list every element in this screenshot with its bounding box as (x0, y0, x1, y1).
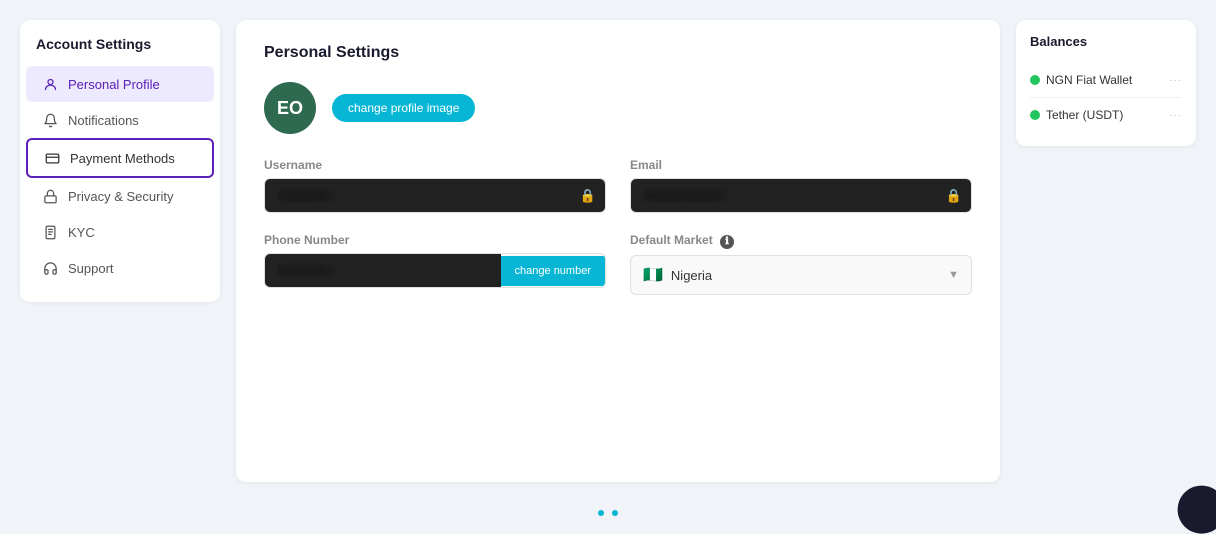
market-value: 🇳🇬 Nigeria (643, 265, 712, 285)
more-options-icon[interactable]: ··· (1169, 110, 1182, 121)
bell-icon (42, 112, 58, 128)
document-icon (42, 224, 58, 240)
pagination-dot (612, 510, 618, 516)
form-grid: Username 🔒 Email 🔒 Phone Num (264, 158, 972, 295)
sidebar-item-label: Notifications (68, 113, 139, 128)
wallet-dot (1030, 75, 1040, 85)
sidebar-item-privacy-security[interactable]: Privacy & Security (26, 178, 214, 214)
balance-item-usdt: Tether (USDT) ··· (1030, 98, 1182, 132)
sidebar-item-label: Personal Profile (68, 77, 160, 92)
lock-icon: 🔒 (580, 188, 596, 204)
bottom-dots (0, 502, 1216, 524)
sidebar-item-label: KYC (68, 225, 95, 240)
sidebar-item-payment-methods[interactable]: Payment Methods (26, 138, 214, 178)
wallet-name: NGN Fiat Wallet (1046, 73, 1132, 87)
balances-title: Balances (1030, 34, 1182, 49)
email-input-wrapper: 🔒 (630, 178, 972, 213)
phone-group: Phone Number change number (264, 233, 606, 295)
section-title: Personal Settings (264, 44, 972, 62)
market-group: Default Market ℹ 🇳🇬 Nigeria ▼ (630, 233, 972, 295)
sidebar-item-kyc[interactable]: KYC (26, 214, 214, 250)
phone-input[interactable] (265, 254, 501, 287)
more-options-icon[interactable]: ··· (1169, 75, 1182, 86)
email-group: Email 🔒 (630, 158, 972, 213)
username-group: Username 🔒 (264, 158, 606, 213)
sidebar-item-notifications[interactable]: Notifications (26, 102, 214, 138)
person-icon (42, 76, 58, 92)
avatar: EO (264, 82, 316, 134)
sidebar-item-label: Payment Methods (70, 151, 175, 166)
balance-item-ngn: NGN Fiat Wallet ··· (1030, 63, 1182, 98)
change-number-button[interactable]: change number (501, 256, 605, 286)
email-label: Email (630, 158, 972, 172)
balance-left: NGN Fiat Wallet (1030, 73, 1132, 87)
sidebar-item-support[interactable]: Support (26, 250, 214, 286)
lock-icon (42, 188, 58, 204)
chevron-down-icon: ▼ (948, 269, 959, 281)
balance-left: Tether (USDT) (1030, 108, 1123, 122)
username-input-wrapper: 🔒 (264, 178, 606, 213)
sidebar-title: Account Settings (20, 36, 220, 66)
sidebar-item-personal-profile[interactable]: Personal Profile (26, 66, 214, 102)
pagination-dot (598, 510, 604, 516)
market-dropdown[interactable]: 🇳🇬 Nigeria ▼ (630, 255, 972, 295)
info-icon[interactable]: ℹ (720, 235, 734, 249)
wallet-dot (1030, 110, 1040, 120)
market-label: Default Market ℹ (630, 233, 972, 249)
sidebar: Account Settings Personal Profile Notifi… (20, 20, 220, 302)
phone-wrapper: change number (264, 253, 606, 288)
change-image-button[interactable]: change profile image (332, 94, 475, 122)
username-label: Username (264, 158, 606, 172)
card-icon (44, 150, 60, 166)
flag-icon: 🇳🇬 (643, 265, 663, 285)
main-content: Personal Settings EO change profile imag… (236, 20, 1000, 482)
lock-icon: 🔒 (946, 188, 962, 204)
sidebar-item-label: Privacy & Security (68, 189, 173, 204)
market-name: Nigeria (671, 268, 712, 283)
email-input[interactable] (630, 178, 972, 213)
wallet-name: Tether (USDT) (1046, 108, 1123, 122)
username-input[interactable] (264, 178, 606, 213)
headset-icon (42, 260, 58, 276)
avatar-row: EO change profile image (264, 82, 972, 134)
sidebar-item-label: Support (68, 261, 114, 276)
phone-label: Phone Number (264, 233, 606, 247)
dark-circle-decoration (1178, 486, 1216, 534)
right-panel: Balances NGN Fiat Wallet ··· Tether (USD… (1016, 20, 1196, 146)
